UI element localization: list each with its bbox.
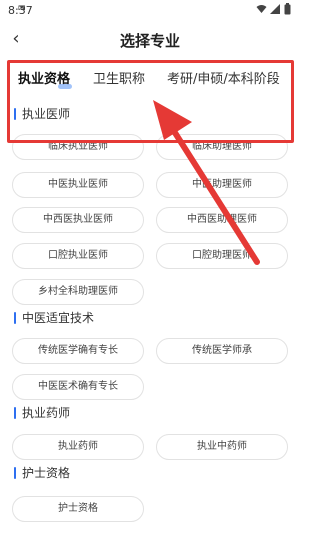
- major-chip[interactable]: 中西医执业医师: [12, 207, 144, 233]
- section-title-nurse-qualification: 护士资格: [14, 464, 70, 482]
- major-chip[interactable]: 护士资格: [12, 496, 144, 522]
- gmail-icon: ✉: [18, 4, 26, 14]
- active-tab-indicator: [58, 84, 72, 89]
- tab-health-title[interactable]: 卫生职称: [93, 68, 145, 87]
- major-chip[interactable]: 中西医助理医师: [156, 207, 288, 233]
- major-chip[interactable]: 临床助理医师: [156, 134, 288, 160]
- section-title-licensed-physician: 执业医师: [14, 105, 70, 123]
- major-chip[interactable]: 口腔助理医师: [156, 243, 288, 269]
- signal-icon: [270, 4, 280, 18]
- status-bar: 8:37 ✉: [0, 0, 300, 22]
- major-chip[interactable]: 传统医学师承: [156, 338, 288, 364]
- section-title-tcm-technique: 中医适宜技术: [14, 309, 94, 327]
- page-title: 选择专业: [119, 32, 180, 50]
- wifi-icon: [256, 4, 267, 18]
- header: ‹ 选择专业: [0, 22, 300, 58]
- major-chip[interactable]: 执业中药师: [156, 434, 288, 460]
- tab-postgraduate[interactable]: 考研/申硕/本科阶段: [167, 68, 280, 87]
- major-chip[interactable]: 临床执业医师: [12, 134, 144, 160]
- category-tabs: 执业资格 卫生职称 考研/申硕/本科阶段: [0, 62, 300, 94]
- major-chip[interactable]: 中医执业医师: [12, 172, 144, 198]
- major-chip[interactable]: 执业药师: [12, 434, 144, 460]
- battery-icon: [284, 3, 291, 19]
- major-chip[interactable]: 乡村全科助理医师: [12, 279, 144, 305]
- major-chip[interactable]: 中医医术确有专长: [12, 374, 144, 400]
- major-chip[interactable]: 传统医学确有专长: [12, 338, 144, 364]
- major-chip[interactable]: 中医助理医师: [156, 172, 288, 198]
- major-chip[interactable]: 口腔执业医师: [12, 243, 144, 269]
- section-title-licensed-pharmacist: 执业药师: [14, 404, 70, 422]
